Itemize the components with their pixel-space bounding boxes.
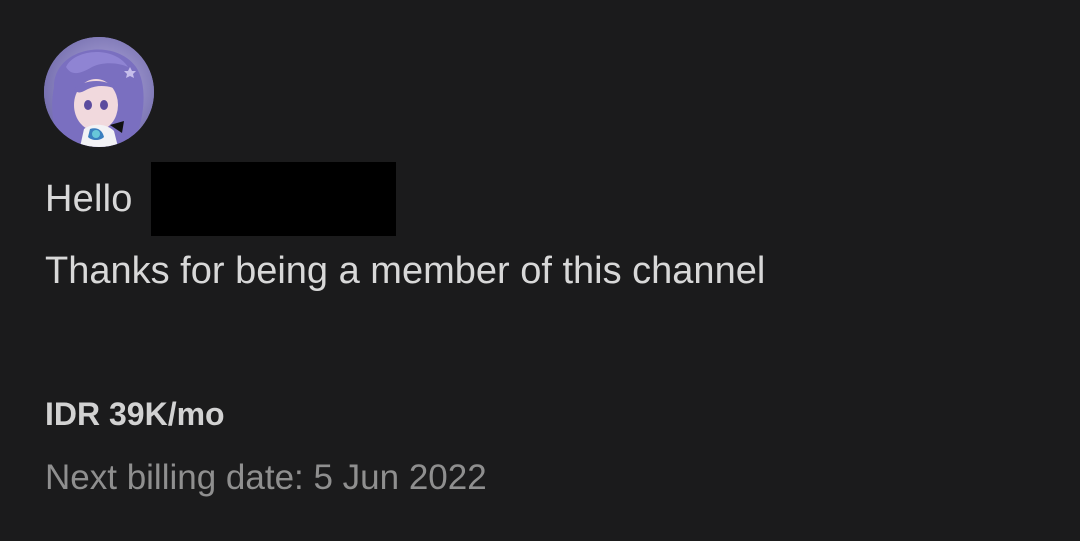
membership-price: IDR 39K/mo xyxy=(45,396,225,432)
channel-avatar xyxy=(44,37,154,147)
redacted-username xyxy=(151,162,396,236)
next-billing-date: Next billing date: 5 Jun 2022 xyxy=(45,458,487,497)
greeting-row: Hello xyxy=(45,162,133,236)
greeting-text: Hello xyxy=(45,178,133,220)
membership-thanks-message: Thanks for being a member of this channe… xyxy=(45,250,766,292)
avatar-illustration-icon xyxy=(44,37,154,147)
